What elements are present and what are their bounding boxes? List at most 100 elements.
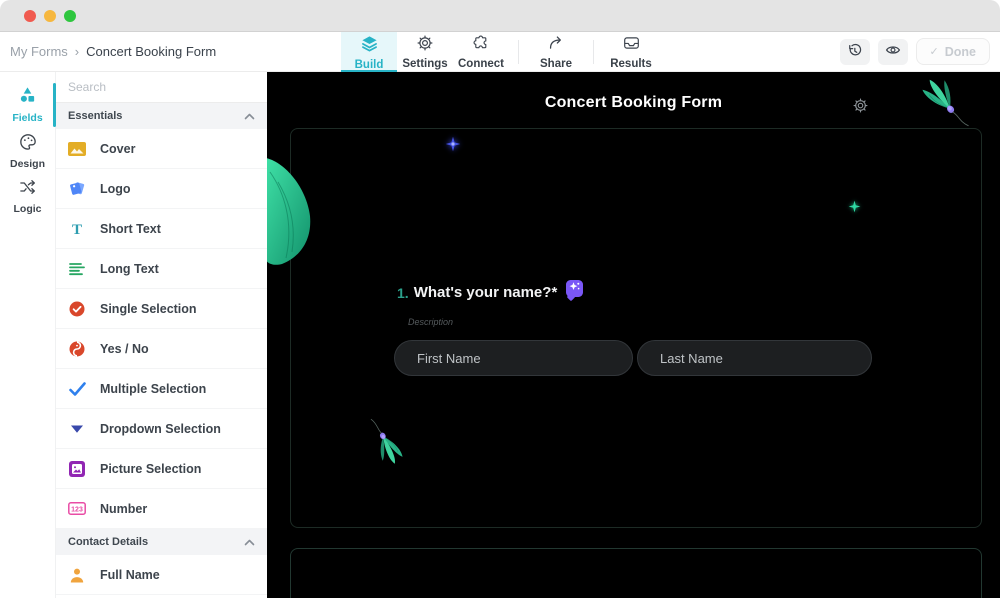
full-name-icon <box>68 566 86 584</box>
first-name-input[interactable] <box>394 340 633 376</box>
shuffle-icon <box>19 179 37 200</box>
search-input[interactable] <box>68 80 255 94</box>
puzzle-icon <box>473 35 489 56</box>
nav-tabs: Build Settings Connect Share Results <box>341 32 659 72</box>
rail-item-design[interactable]: Design <box>0 128 56 174</box>
last-name-input[interactable] <box>637 340 872 376</box>
close-window-button[interactable] <box>24 9 36 22</box>
field-item-label: Short Text <box>100 221 161 236</box>
form-title[interactable]: Concert Booking Form <box>267 94 1000 112</box>
rail-item-design-label: Design <box>9 157 45 170</box>
zoom-window-button[interactable] <box>64 9 76 22</box>
field-item-label: Cover <box>100 141 136 156</box>
next-question-block-panel[interactable] <box>290 548 982 598</box>
field-item-label: Full Name <box>100 567 160 582</box>
sparkle-icon <box>569 280 581 298</box>
section-title: Essentials <box>68 110 123 122</box>
tab-results-label: Results <box>610 58 652 70</box>
check-icon: ✓ <box>929 46 939 58</box>
app-window: My Forms › Concert Booking Form Build Se… <box>0 0 1000 598</box>
header-actions: ✓ Done <box>839 38 1000 65</box>
breadcrumb: My Forms › Concert Booking Form <box>0 44 216 59</box>
short-text-icon: T <box>68 220 86 238</box>
question-block-panel[interactable] <box>290 128 982 528</box>
rail-item-logic-label: Logic <box>13 203 42 215</box>
tab-share[interactable]: Share <box>528 32 584 72</box>
share-arrow-icon <box>548 35 565 56</box>
tab-connect[interactable]: Connect <box>453 32 509 72</box>
number-icon: 123 <box>68 500 86 518</box>
tab-build[interactable]: Build <box>341 32 397 72</box>
multiple-selection-icon <box>68 380 86 398</box>
breadcrumb-separator: › <box>74 44 80 59</box>
section-header-contact-details[interactable]: Contact Details <box>56 529 267 555</box>
done-button[interactable]: ✓ Done <box>915 38 990 65</box>
picture-selection-icon <box>68 460 86 478</box>
field-item-number[interactable]: 123 Number <box>56 489 267 529</box>
tab-divider <box>518 40 519 64</box>
app-header: My Forms › Concert Booking Form Build Se… <box>0 32 1000 72</box>
field-item-logo[interactable]: Logo <box>56 169 267 209</box>
field-item-yes-no[interactable]: Yes / No <box>56 329 267 369</box>
field-item-multiple-selection[interactable]: Multiple Selection <box>56 369 267 409</box>
rail-item-fields[interactable]: Fields <box>0 82 56 128</box>
svg-text:T: T <box>72 222 82 237</box>
question-row: 1. What's your name? * <box>397 280 584 301</box>
field-item-label: Logo <box>100 181 131 196</box>
field-item-cover[interactable]: Cover <box>56 129 267 169</box>
question-number: 1. <box>397 284 409 301</box>
eye-icon <box>885 43 901 60</box>
chevron-up-icon <box>244 107 255 125</box>
field-item-short-text[interactable]: T Short Text <box>56 209 267 249</box>
field-item-label: Multiple Selection <box>100 381 207 396</box>
preview-button[interactable] <box>877 38 908 65</box>
shapes-icon <box>18 86 37 109</box>
question-title[interactable]: What's your name? <box>414 284 552 301</box>
field-item-label: Number <box>100 501 148 516</box>
svg-text:123: 123 <box>71 506 83 513</box>
tab-connect-label: Connect <box>458 58 504 70</box>
history-icon <box>847 43 862 61</box>
field-item-single-selection[interactable]: Single Selection <box>56 289 267 329</box>
field-item-label: Single Selection <box>100 301 197 316</box>
main-layout: Fields Design Logic Essentials <box>0 72 1000 598</box>
tab-divider <box>593 40 594 64</box>
search-row <box>56 72 267 103</box>
dropdown-selection-icon <box>68 420 86 438</box>
question-description-placeholder[interactable]: Description <box>408 317 453 327</box>
field-item-long-text[interactable]: Long Text <box>56 249 267 289</box>
gear-icon <box>417 35 433 56</box>
layers-icon <box>361 35 378 57</box>
form-settings-gear-icon[interactable] <box>853 98 868 118</box>
left-rail: Fields Design Logic <box>0 72 56 598</box>
form-canvas: Concert Booking Form 1. What's your name… <box>267 72 1000 598</box>
field-item-full-name[interactable]: Full Name <box>56 555 267 595</box>
single-selection-icon <box>68 300 86 318</box>
rail-item-logic[interactable]: Logic <box>0 174 56 220</box>
field-item-label: Dropdown Selection <box>100 421 221 436</box>
long-text-icon <box>68 260 86 278</box>
section-header-essentials[interactable]: Essentials <box>56 103 267 129</box>
breadcrumb-my-forms[interactable]: My Forms <box>10 44 68 59</box>
inbox-icon <box>623 35 640 56</box>
palette-icon <box>19 133 37 155</box>
yes-no-icon <box>68 340 86 358</box>
tab-build-label: Build <box>354 58 384 71</box>
cover-icon <box>68 140 86 158</box>
tab-results[interactable]: Results <box>603 32 659 72</box>
minimize-window-button[interactable] <box>44 9 56 22</box>
tab-share-label: Share <box>540 58 572 70</box>
tab-settings[interactable]: Settings <box>397 32 453 72</box>
history-button[interactable] <box>839 38 870 65</box>
required-mark: * <box>551 284 558 301</box>
field-item-label: Picture Selection <box>100 461 202 476</box>
logo-tag-icon <box>68 180 86 198</box>
ai-assistant-badge[interactable] <box>566 280 584 298</box>
done-button-label: Done <box>944 44 976 59</box>
field-item-picture-selection[interactable]: Picture Selection <box>56 449 267 489</box>
tab-settings-label: Settings <box>402 58 448 70</box>
field-item-label: Yes / No <box>100 341 149 356</box>
fields-sidebar: Essentials Cover Logo T <box>56 72 267 598</box>
chevron-up-icon <box>244 533 255 551</box>
field-item-dropdown-selection[interactable]: Dropdown Selection <box>56 409 267 449</box>
